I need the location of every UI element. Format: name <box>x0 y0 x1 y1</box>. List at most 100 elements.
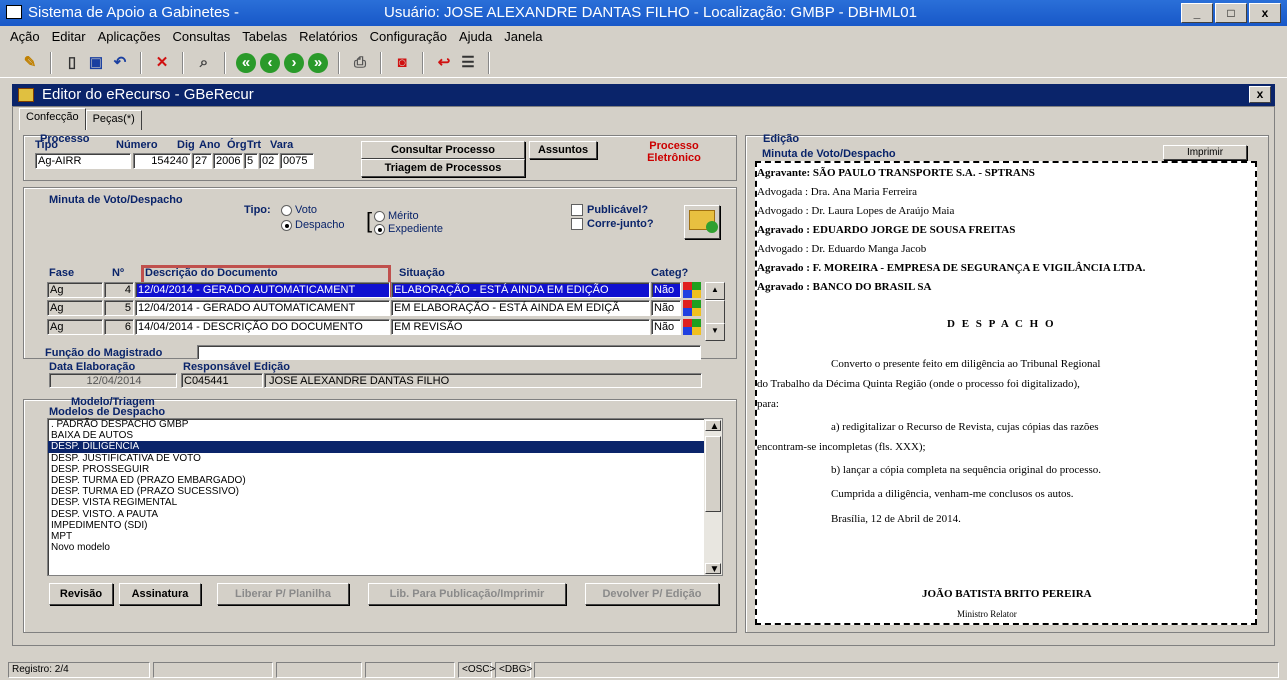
menu-ajuda[interactable]: Ajuda <box>453 26 498 48</box>
list-scroll-up[interactable]: ▲ <box>705 420 721 432</box>
publicavel-box <box>571 204 583 217</box>
imprimir-button[interactable]: Imprimir <box>1163 145 1247 160</box>
list-item[interactable]: DESP. TURMA ED (PRAZO SUCESSIVO) <box>48 486 722 497</box>
row-descricao[interactable]: 12/04/2014 - GERADO AUTOMATICAMENT <box>135 300 390 316</box>
undo-icon[interactable]: ↶ <box>110 53 130 73</box>
minimize-button[interactable]: _ <box>1181 3 1213 23</box>
close-button[interactable]: x <box>1249 3 1281 23</box>
header-situacao: Situação <box>399 267 445 279</box>
tipo-field[interactable]: Ag-AIRR <box>35 153 131 169</box>
next-record-icon[interactable]: › <box>284 52 304 73</box>
grid-scroll-track[interactable] <box>705 300 725 324</box>
tab-strip: Confecção Peças(*) <box>19 108 142 130</box>
tab-confeccao[interactable]: Confecção <box>19 108 86 130</box>
stop-icon[interactable]: ◙ <box>392 53 412 73</box>
row-situacao[interactable]: EM REVISÃO <box>391 319 650 335</box>
maximize-button[interactable]: □ <box>1215 3 1247 23</box>
list-icon[interactable]: ☰ <box>458 53 478 73</box>
search-icon[interactable]: ⌕ <box>194 53 214 73</box>
list-item[interactable]: DESP. TURMA ED (PRAZO EMBARGADO) <box>48 475 722 486</box>
doc-paragraph: b) lançar a cópia completa na sequência … <box>831 464 1101 476</box>
modelos-despacho-label: Modelos de Despacho <box>49 406 166 418</box>
trt-field[interactable]: 02 <box>259 153 279 169</box>
row-categ[interactable]: Não <box>651 300 681 316</box>
grid-scroll-down[interactable]: ▼ <box>705 323 725 341</box>
liberar-planilha-button[interactable]: Liberar P/ Planilha <box>217 583 349 605</box>
print-icon[interactable]: ⎙ <box>350 53 370 73</box>
list-item[interactable]: IMPEDIMENTO (SDI) <box>48 520 722 531</box>
save-icon[interactable]: ▣ <box>86 53 106 73</box>
org-field[interactable]: 5 <box>244 153 258 169</box>
dig-field[interactable]: 27 <box>192 153 212 169</box>
edit-icon[interactable]: ✎ <box>20 53 40 73</box>
list-scroll-down[interactable]: ▼ <box>705 562 721 575</box>
radio-merito[interactable]: Mérito <box>374 210 419 222</box>
radio-despacho[interactable]: Despacho <box>281 219 345 231</box>
list-scroll-thumb[interactable] <box>705 436 721 512</box>
minuta-title: Minuta de Voto/Despacho <box>762 148 896 160</box>
assuntos-button[interactable]: Assuntos <box>529 141 597 159</box>
header-n: Nº <box>112 267 124 279</box>
tab-pecas[interactable]: Peças(*) <box>85 110 142 130</box>
funcao-field[interactable] <box>197 345 701 360</box>
editor-close-button[interactable]: x <box>1249 86 1271 103</box>
menu-editar[interactable]: Editar <box>46 26 92 48</box>
row-descricao[interactable]: 12/04/2014 - GERADO AUTOMATICAMENT <box>135 282 390 298</box>
menu-configuracao[interactable]: Configuração <box>364 26 453 48</box>
list-item[interactable]: DESP. PROSSEGUIR <box>48 464 722 475</box>
doc-role: Ministro Relator <box>957 609 1017 619</box>
menu-consultas[interactable]: Consultas <box>166 26 236 48</box>
row-situacao[interactable]: EM ELABORAÇÃO - ESTÁ AINDA EM EDIÇÃ <box>391 300 650 316</box>
first-record-icon[interactable]: « <box>236 52 256 73</box>
doc-paragraph: Converto o presente feito em diligência … <box>831 358 1101 370</box>
grid-scroll-up[interactable]: ▲ <box>705 282 725 300</box>
return-icon[interactable]: ↩ <box>434 53 454 73</box>
menu-relatorios[interactable]: Relatórios <box>293 26 364 48</box>
revisao-button[interactable]: Revisão <box>49 583 113 605</box>
despacho-label: Despacho <box>295 219 345 231</box>
assinatura-button[interactable]: Assinatura <box>119 583 201 605</box>
row-categ[interactable]: Não <box>651 319 681 335</box>
previous-record-icon[interactable]: ‹ <box>260 52 280 73</box>
status-panel <box>534 662 1279 678</box>
list-item[interactable]: MPT <box>48 531 722 542</box>
status-panel <box>153 662 273 678</box>
list-item[interactable]: Novo modelo <box>48 542 722 553</box>
triagem-processos-button[interactable]: Triagem de Processos <box>361 159 525 177</box>
category-color-icon[interactable] <box>683 282 701 298</box>
menu-aplicacoes[interactable]: Aplicações <box>92 26 167 48</box>
radio-expediente[interactable]: Expediente <box>374 223 443 235</box>
list-item[interactable]: BAIXA DE AUTOS <box>48 430 722 441</box>
list-item[interactable]: DESP. VISTA REGIMENTAL <box>48 497 722 508</box>
consultar-processo-button[interactable]: Consultar Processo <box>361 141 525 159</box>
modelos-list[interactable]: . PADRÃO DESPACHO GMBP BAIXA DE AUTOS DE… <box>47 418 723 576</box>
doc-paragraph: a) redigitalizar o Recurso de Revista, c… <box>831 421 1099 433</box>
document-editor[interactable]: Agravante: SÃO PAULO TRANSPORTE S.A. - S… <box>755 161 1257 625</box>
corre-junto-checkbox[interactable]: Corre-junto? <box>571 218 654 231</box>
menu-acao[interactable]: Ação <box>4 26 46 48</box>
row-situacao[interactable]: ELABORAÇÃO - ESTÁ AINDA EM EDIÇÃO <box>391 282 650 298</box>
numero-field[interactable]: 154240 <box>133 153 191 169</box>
open-folder-button[interactable] <box>684 205 720 239</box>
row-descricao[interactable]: 14/04/2014 - DESCRIÇÃO DO DOCUMENTO <box>135 319 390 335</box>
ano-field[interactable]: 2006 <box>213 153 243 169</box>
vara-field[interactable]: 0075 <box>280 153 314 169</box>
list-item[interactable]: DESP. DILIGÊNCIA <box>48 441 722 453</box>
row-categ[interactable]: Não <box>651 282 681 298</box>
category-color-icon[interactable] <box>683 300 701 316</box>
window-controls: _ □ x <box>1181 3 1281 23</box>
radio-voto[interactable]: Voto <box>281 204 317 216</box>
publicavel-checkbox[interactable]: Publicável? <box>571 204 648 217</box>
liberar-publicacao-button[interactable]: Lib. Para Publicação/Imprimir <box>368 583 566 605</box>
new-document-icon[interactable]: ▯ <box>62 53 82 73</box>
devolver-edicao-button[interactable]: Devolver P/ Edição <box>585 583 719 605</box>
last-record-icon[interactable]: » <box>308 52 328 73</box>
category-color-icon[interactable] <box>683 319 701 335</box>
list-item[interactable]: DESP. JUSTIFICATIVA DE VOTO <box>48 453 722 464</box>
delete-icon[interactable]: ✕ <box>152 53 172 73</box>
list-item[interactable]: DESP. VISTO. A PAUTA <box>48 509 722 520</box>
list-item[interactable]: . PADRÃO DESPACHO GMBP <box>48 419 722 430</box>
menu-janela[interactable]: Janela <box>498 26 548 48</box>
label-org: Órg <box>227 139 247 151</box>
menu-tabelas[interactable]: Tabelas <box>236 26 293 48</box>
